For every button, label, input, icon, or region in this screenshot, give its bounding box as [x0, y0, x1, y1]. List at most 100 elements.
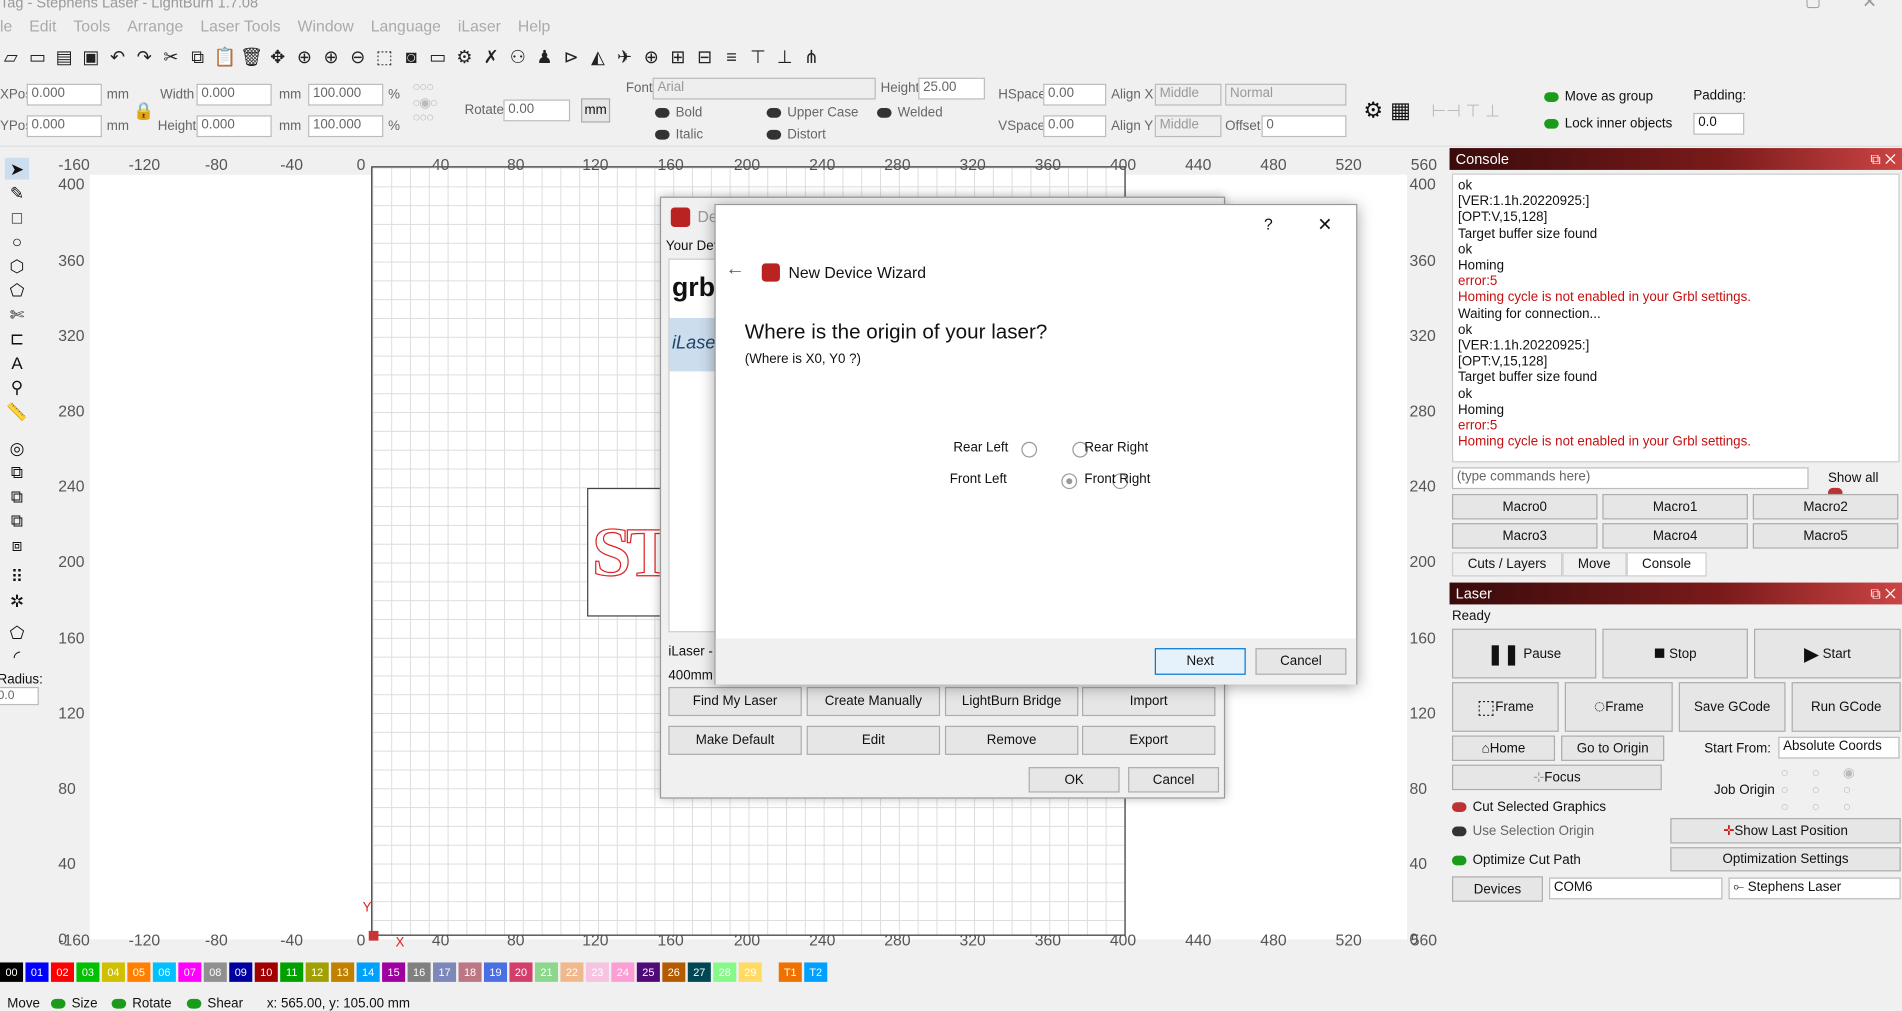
console-output[interactable]: ok [VER:1.1h.20220925:] [OPT:V,15,128] Targ… [1451, 173, 1900, 463]
monitor-icon[interactable]: ▭ [427, 47, 449, 69]
zoom-out-icon[interactable]: ⊖ [347, 47, 369, 69]
layer-swatch-25[interactable]: 25 [636, 962, 660, 982]
units-button[interactable]: mm [581, 98, 611, 123]
panel-close-icon[interactable]: ⧉ ✕ [1870, 150, 1896, 168]
layer-swatch-11[interactable]: 11 [280, 962, 304, 982]
anchor-grid-icon[interactable]: ○○○ ○◉○ ○○○ [412, 80, 437, 125]
go-origin-button[interactable]: Go to Origin [1561, 735, 1665, 761]
copy-icon[interactable]: ⧉ [187, 47, 209, 69]
layer-swatch-27[interactable]: 27 [687, 962, 711, 982]
devices-button[interactable]: Devices [1451, 876, 1543, 902]
wizard-cancel-button[interactable]: Cancel [1255, 648, 1347, 675]
distort-toggle[interactable]: Distort [766, 127, 826, 142]
layer-swatch-02[interactable]: 02 [50, 962, 74, 982]
layer-swatch-09[interactable]: 09 [229, 962, 253, 982]
circular-array-icon[interactable]: ✲ [5, 590, 29, 612]
undo-icon[interactable]: ↶ [107, 47, 129, 69]
layer-swatch-26[interactable]: 26 [662, 962, 686, 982]
position-icon[interactable]: ⚲ [5, 376, 29, 398]
menu-item-5[interactable]: Window [298, 17, 354, 35]
layer-swatch-03[interactable]: 03 [76, 962, 100, 982]
align-center-icon[interactable]: ≡ [721, 47, 743, 69]
command-input[interactable]: (type commands here) [1451, 467, 1809, 490]
lock-inner-toggle[interactable]: Lock inner objects [1544, 117, 1672, 131]
layer-swatch-22[interactable]: 22 [560, 962, 584, 982]
distribute-h-icon[interactable]: ⋔ [801, 47, 823, 69]
boolean-icon[interactable]: ⚙ [1363, 98, 1383, 123]
radius-field[interactable]: 0.0 [0, 686, 39, 706]
subtract-icon[interactable]: ⧉ [5, 510, 29, 532]
union-icon[interactable]: ⧉ [5, 485, 29, 507]
offset-field[interactable]: 0 [1261, 115, 1347, 138]
macro-button-2[interactable]: Macro2 [1752, 493, 1899, 520]
delete-icon[interactable]: 🗑 [240, 47, 263, 69]
layer-swatch-05[interactable]: 05 [127, 962, 151, 982]
shear-toggle[interactable]: Shear [186, 996, 243, 1011]
distribute-icon[interactable]: ⊟ [694, 47, 716, 69]
size-toggle[interactable]: Size [50, 996, 98, 1011]
redo-icon[interactable]: ↷ [133, 47, 155, 69]
import-icon[interactable]: ▤ [53, 47, 75, 69]
export-device-button[interactable]: Export [1081, 725, 1216, 755]
ungroup-icon[interactable]: ♟ [534, 47, 556, 69]
rotate-field[interactable]: 0.00 [503, 99, 571, 122]
flip-v-icon[interactable]: ◭ [587, 47, 609, 69]
menu-item-7[interactable]: iLaser [458, 17, 501, 35]
layer-swatch-18[interactable]: 18 [458, 962, 482, 982]
design-object[interactable]: STE [587, 487, 665, 617]
select-icon[interactable]: ➤ [4, 157, 30, 180]
bold-toggle[interactable]: Bold [655, 106, 702, 120]
job-origin-grid[interactable]: ○○◉ ○○○ ○○○ [1781, 765, 1902, 816]
tab-console[interactable]: Console [1626, 552, 1707, 577]
layer-swatch-15[interactable]: 15 [382, 962, 406, 982]
devices-ok-button[interactable]: OK [1028, 767, 1120, 793]
devices-cancel-button[interactable]: Cancel [1128, 767, 1220, 793]
uppercase-toggle[interactable]: Upper Case [766, 106, 858, 120]
padding-field[interactable]: 0.0 [1693, 112, 1745, 135]
close-window-icon[interactable]: ✕ [1862, 0, 1877, 12]
layer-swatch-19[interactable]: 19 [483, 962, 508, 982]
tools-icon[interactable]: ✗ [480, 47, 502, 69]
rotate-toggle[interactable]: Rotate [111, 996, 172, 1011]
layer-swatch-16[interactable]: 16 [407, 962, 431, 982]
menu-item-3[interactable]: Arrange [127, 17, 183, 35]
alignx-select[interactable]: Middle [1154, 83, 1222, 106]
macro-button-0[interactable]: Macro0 [1451, 493, 1598, 520]
save-gcode-button[interactable]: Save GCode [1678, 682, 1786, 732]
settings-icon[interactable]: ⚙ [454, 47, 476, 69]
use-sel-origin-toggle[interactable]: Use Selection Origin [1451, 824, 1594, 839]
array-icon[interactable]: ⠿ [5, 566, 29, 588]
lock-icon[interactable]: 🔒 [133, 101, 154, 122]
rear-left-radio[interactable] [1021, 442, 1038, 458]
scale-y-field[interactable]: 100.000 [308, 115, 384, 138]
xpos-field[interactable]: 0.000 [26, 83, 102, 106]
menu-item-1[interactable]: Edit [29, 17, 56, 35]
height-field[interactable]: 0.000 [196, 115, 272, 138]
layer-swatch-T2[interactable]: T2 [804, 962, 828, 982]
zoom-selection-icon[interactable]: ⬚ [374, 47, 396, 69]
pause-button[interactable]: ❚❚ Pause [1451, 628, 1597, 679]
scale-x-field[interactable]: 100.000 [308, 83, 384, 106]
zoom-in-icon[interactable]: ⊕ [320, 47, 342, 69]
stop-button[interactable]: ■ Stop [1602, 628, 1748, 679]
help-icon[interactable]: ? [1264, 215, 1273, 233]
corner-icon[interactable]: ◜ [5, 646, 29, 668]
menu-item-2[interactable]: Tools [73, 17, 110, 35]
focus-button[interactable]: ⊹ Focus [1451, 764, 1662, 791]
frame-round-button[interactable]: ◌ Frame [1564, 682, 1673, 732]
rotary-icon[interactable]: ⊕ [640, 47, 662, 69]
convert-path-icon[interactable]: ⬠ [5, 621, 29, 643]
layer-swatch-29[interactable]: 29 [738, 962, 762, 982]
macro-button-1[interactable]: Macro1 [1602, 493, 1748, 520]
move-group-toggle[interactable]: Move as group [1544, 90, 1653, 104]
welded-toggle[interactable]: Welded [876, 106, 943, 120]
font-select[interactable]: Arial [652, 77, 876, 100]
layer-swatch-T1[interactable]: T1 [778, 962, 802, 982]
layer-swatch-21[interactable]: 21 [534, 962, 558, 982]
pan-icon[interactable]: ✥ [267, 47, 289, 69]
menu-item-0[interactable]: le [0, 17, 12, 35]
macro-button-4[interactable]: Macro4 [1602, 523, 1748, 549]
layer-swatch-28[interactable]: 28 [713, 962, 737, 982]
align-icon[interactable]: ⊞ [667, 47, 689, 69]
polygon-icon[interactable]: ⬡ [5, 255, 29, 277]
